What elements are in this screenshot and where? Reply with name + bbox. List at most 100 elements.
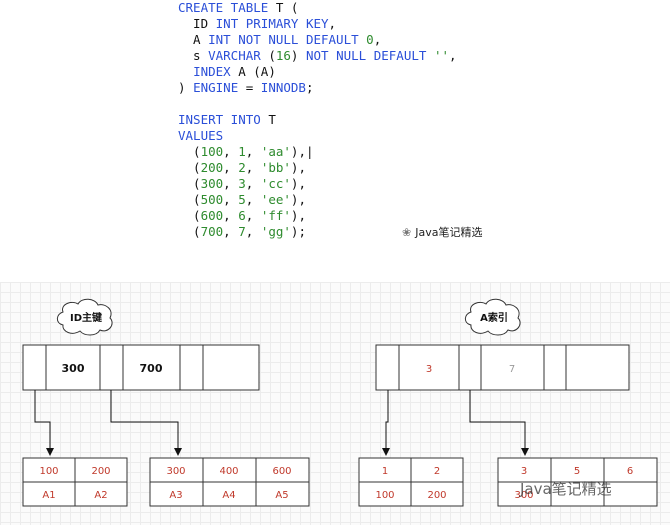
code-token: , [223,224,239,239]
a-index-bubble: A索引 [464,298,521,336]
watermark-bottom: Java笔记精选 [520,480,612,498]
code-token: ) [290,48,306,63]
code-token: 3 [238,176,246,191]
code-token: ), [290,208,306,223]
code-token: 5 [238,192,246,207]
code-token: CREATE TABLE [178,0,269,15]
leaf-value: A3 [169,490,182,501]
leaf-key: 200 [91,466,110,477]
a-root-key: 3 [426,364,432,375]
leaf-key: 2 [434,466,440,477]
code-token: 200 [200,160,224,175]
leaf-key: 1 [382,466,388,477]
id-root-node: 300 700 [22,344,260,391]
leaf-key: 300 [166,466,185,477]
id-index-bubble: ID主键 [56,298,113,336]
code-token: , [223,208,239,223]
code-line: INDEX A (A) [178,64,538,80]
a-index-label: A索引 [480,311,508,324]
leaf-key: 100 [39,466,58,477]
code-token: , [223,176,239,191]
a-root-key: 7 [509,364,515,375]
code-token: ; [305,80,314,95]
leaf-key: 5 [574,466,580,477]
watermark: ❀ Java笔记精选 [402,224,482,240]
pointer-arrow [110,390,182,456]
code-token: = [238,80,261,95]
pointer-arrow [34,390,54,456]
code-token: , [328,16,337,31]
code-token: T ( [268,0,299,15]
leaf-value: 100 [375,490,394,501]
code-token: VALUES [178,128,224,143]
code-token: ( [178,224,201,239]
leaf-value: A1 [42,490,55,501]
code-line: s VARCHAR (16) NOT NULL DEFAULT '', [178,48,538,64]
code-token: INSERT INTO [178,112,261,127]
code-token: 1 [238,144,246,159]
leaf-value: A4 [222,490,235,501]
code-token: '' [433,48,449,63]
code-token: , [223,160,239,175]
code-token: NOT NULL DEFAULT [305,48,427,63]
code-token: 'aa' [260,144,291,159]
code-line: (200, 2, 'bb'), [178,160,538,176]
code-token: INNODB [260,80,306,95]
code-token: , [223,192,239,207]
code-token: 700 [200,224,224,239]
id-index-label: ID主键 [70,311,103,324]
code-token: ); [290,224,306,239]
leaf-key: 600 [272,466,291,477]
sql-code-block: CREATE TABLE T ( ID INT PRIMARY KEY, A I… [178,0,538,240]
code-token: ( [178,192,201,207]
code-line: (300, 3, 'cc'), [178,176,538,192]
code-line: ) ENGINE = INNODB; [178,80,538,96]
code-token: 600 [200,208,224,223]
leaf-value: A2 [94,490,107,501]
code-line: VALUES [178,128,538,144]
code-token: 'cc' [260,176,291,191]
code-token: , [245,224,261,239]
code-token: T [260,112,276,127]
code-token: A [178,32,209,47]
code-token: 2 [238,160,246,175]
code-token: , [223,144,239,159]
code-token: 'ff' [260,208,291,223]
leaf-value: 200 [427,490,446,501]
id-leaf-node: 300 400 600 A3 A4 A5 [149,457,310,507]
code-token: , [245,144,261,159]
code-token: , [449,48,457,63]
code-token: ), [290,176,306,191]
code-token: s [178,48,209,63]
code-token: ID [178,16,216,31]
code-token: INDEX [193,64,231,79]
code-token: A (A) [230,64,276,79]
code-line: (500, 5, 'ee'), [178,192,538,208]
code-line: CREATE TABLE T ( [178,0,538,16]
code-token: ( [178,208,201,223]
code-token: , [245,176,261,191]
leaf-key: 3 [521,466,527,477]
leaf-key: 6 [627,466,633,477]
id-root-key: 300 [62,362,85,375]
id-root-key: 700 [140,362,163,375]
code-token: INT NOT NULL DEFAULT [208,32,359,47]
code-token: , [245,192,261,207]
code-token: 'bb' [260,160,291,175]
code-token: VARCHAR [208,48,261,63]
code-token: ), [290,160,306,175]
pointer-arrow [469,390,529,456]
code-token: 'ee' [260,192,291,207]
code-token: , [373,32,382,47]
pointer-arrow [382,390,390,456]
code-token: 300 [200,176,224,191]
code-line: ID INT PRIMARY KEY, [178,16,538,32]
code-token: , [245,160,261,175]
code-line: (600, 6, 'ff'), [178,208,538,224]
code-token: 7 [238,224,246,239]
code-token: ( [178,144,201,159]
code-token: ENGINE [193,80,239,95]
